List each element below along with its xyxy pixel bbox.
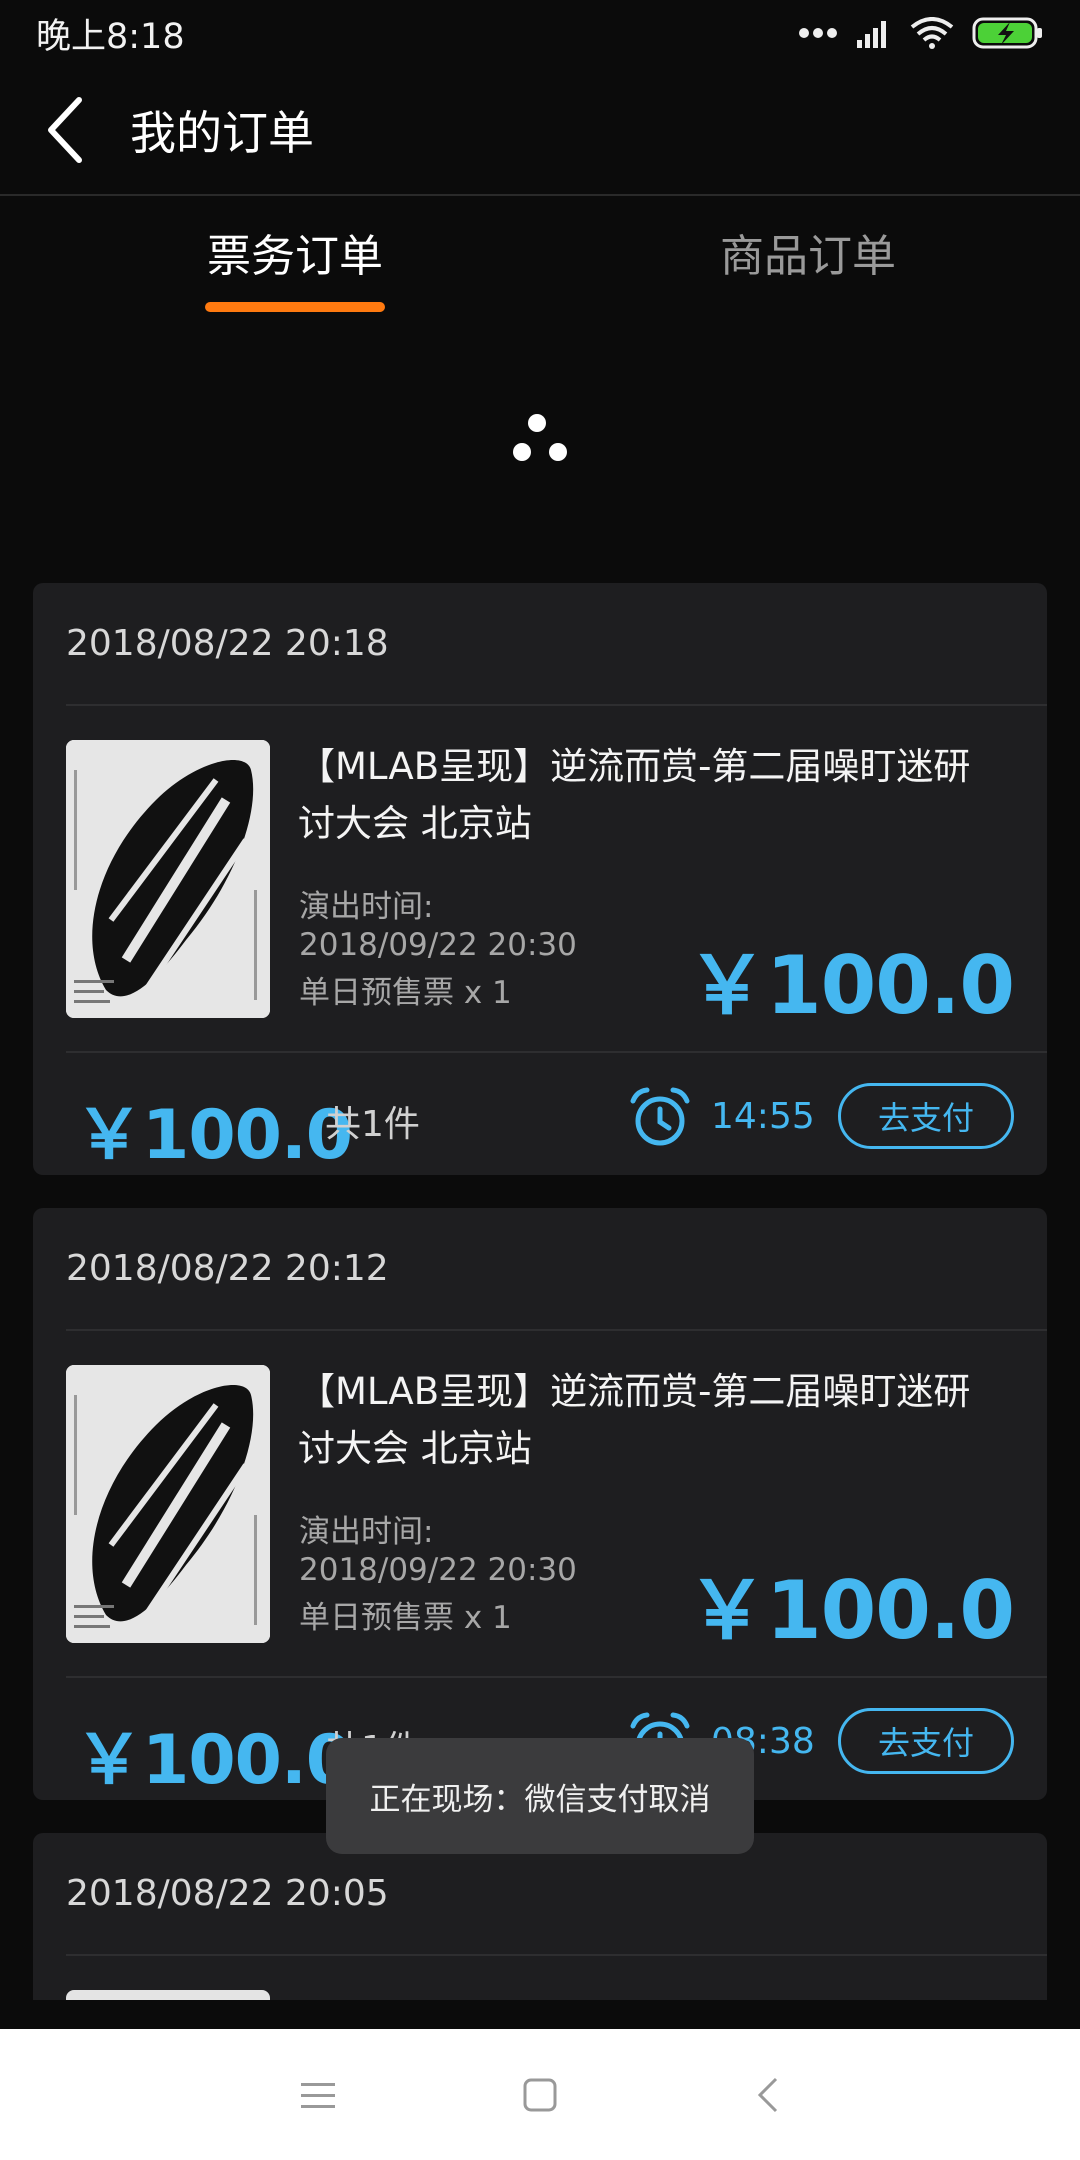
tab-product-orders[interactable]: 商品订单: [538, 198, 1078, 314]
back-button[interactable]: [0, 65, 130, 195]
pay-button[interactable]: 去支付: [838, 1708, 1014, 1774]
event-poster-image: [66, 1990, 270, 2000]
order-card[interactable]: 2018/08/22 20:18 【MLAB呈现】逆流而赏-第二届噪盯迷研讨大会…: [33, 583, 1047, 1175]
home-square-icon: [523, 2078, 557, 2112]
showtime-label: 演出时间:: [299, 1514, 434, 1550]
signal-icon: [857, 21, 886, 48]
status-icons: [798, 16, 1044, 50]
tab-ticket-orders[interactable]: 票务订单: [25, 198, 565, 314]
divider: [66, 1051, 1047, 1053]
menu-icon: [301, 2083, 335, 2108]
order-total-price: ￥100.0: [75, 1721, 353, 1800]
divider: [66, 1329, 1047, 1331]
event-title: 【MLAB呈现】逆流而赏-第二届噪盯迷研讨大会 北京站: [298, 1370, 971, 1470]
showtime-value: 2018/09/22 20:30: [299, 927, 577, 963]
divider: [66, 1954, 1047, 1956]
tab-label: 票务订单: [207, 231, 383, 282]
system-back-button[interactable]: [738, 2065, 798, 2125]
ticket-price: ￥100.0: [686, 1564, 1015, 1657]
back-arrow-icon: [48, 97, 82, 163]
page-title: 我的订单: [130, 106, 314, 160]
divider: [66, 704, 1047, 706]
order-date: 2018/08/22 20:18: [66, 623, 389, 664]
divider: [66, 1676, 1047, 1678]
event-poster-image: [66, 1365, 270, 1643]
order-card[interactable]: 2018/08/22 20:12 【MLAB呈现】逆流而赏-第二届噪盯迷研讨大会…: [33, 1208, 1047, 1800]
pay-button[interactable]: 去支付: [838, 1083, 1014, 1149]
order-card[interactable]: 2018/08/22 20:05: [33, 1833, 1047, 2000]
ticket-type: 单日预售票 x 1: [299, 975, 512, 1011]
tab-label: 商品订单: [720, 231, 896, 282]
event-title: 【MLAB呈现】逆流而赏-第二届噪盯迷研讨大会 北京站: [298, 745, 971, 845]
alarm-clock-icon: [630, 1087, 690, 1146]
app-bar: 我的订单: [0, 66, 1080, 196]
order-date: 2018/08/22 20:12: [66, 1248, 389, 1289]
status-bar: 晚上8:18: [0, 0, 1080, 66]
system-nav-bar: [0, 2029, 1080, 2160]
back-chevron-icon: [757, 2077, 778, 2113]
wifi-icon: [910, 17, 954, 49]
showtime-value: 2018/09/22 20:30: [299, 1552, 577, 1588]
loading-spinner-icon: [513, 414, 567, 461]
menu-button[interactable]: [288, 2065, 348, 2125]
toast-message: 正在现场：微信支付取消: [326, 1738, 754, 1854]
order-total-price: ￥100.0: [75, 1096, 353, 1175]
more-dots-icon: [799, 28, 837, 38]
tab-active-indicator: [205, 302, 385, 312]
order-tabs: 票务订单 商品订单: [0, 198, 1080, 314]
battery-charging-icon: [972, 17, 1042, 49]
ticket-type: 单日预售票 x 1: [299, 1600, 512, 1636]
payment-countdown: 14:55: [711, 1096, 815, 1137]
ticket-price: ￥100.0: [686, 939, 1015, 1032]
showtime-label: 演出时间:: [299, 889, 434, 925]
item-count: 共1件: [325, 1104, 420, 1145]
order-date: 2018/08/22 20:05: [66, 1873, 389, 1914]
status-time: 晚上8:18: [36, 16, 185, 57]
home-button[interactable]: [510, 2065, 570, 2125]
event-poster-image: [66, 740, 270, 1018]
